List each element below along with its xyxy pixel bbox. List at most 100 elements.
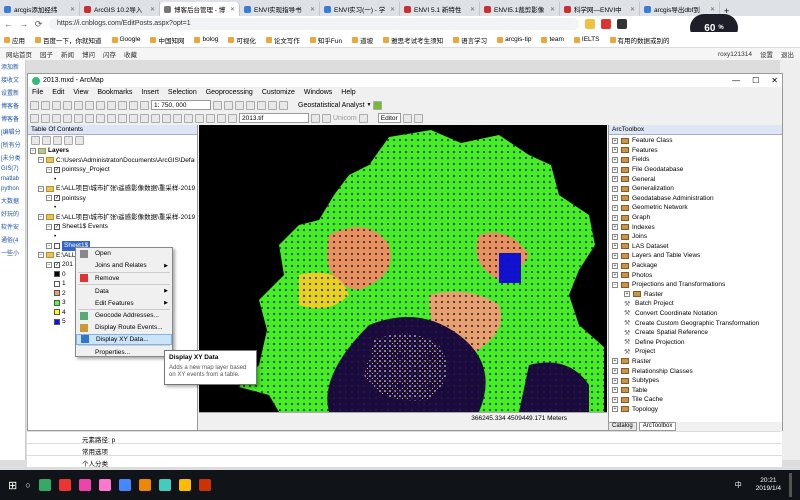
url-field[interactable]: https://i.cnblogs.com/EditPosts.aspx?opt… xyxy=(49,18,579,30)
sidebar-link[interactable]: 软件安 xyxy=(0,220,25,233)
toolbox-item[interactable]: ⚒ Create Spatial Reference xyxy=(612,328,779,338)
collapse-icon[interactable]: − xyxy=(46,166,52,173)
fixed-zoom-out-icon[interactable] xyxy=(85,113,94,123)
collapse-icon[interactable]: − xyxy=(30,147,36,154)
back-icon[interactable]: ← xyxy=(4,19,13,29)
context-menu-item[interactable]: Properties... xyxy=(76,346,172,358)
edit-tool-icon[interactable] xyxy=(402,113,412,123)
toc-row[interactable]: − C:\Users\Administrator\Documents\ArcGIS… xyxy=(30,156,195,166)
bookmark-item[interactable]: team xyxy=(541,36,564,43)
context-menu-item[interactable]: Data ▶ xyxy=(76,285,172,297)
menu-bookmarks[interactable]: Bookmarks xyxy=(97,89,132,97)
html-popup-icon[interactable] xyxy=(195,113,204,123)
toc-row[interactable]: • xyxy=(30,175,195,185)
sidebar-link[interactable]: [编辑分 xyxy=(0,125,25,138)
close-icon[interactable]: ✕ xyxy=(771,76,778,85)
select-elements-icon[interactable] xyxy=(140,113,149,123)
toolbox-item[interactable]: + Graph xyxy=(612,213,779,223)
ime-indicator[interactable]: 中 xyxy=(735,480,742,490)
show-desktop-button[interactable] xyxy=(789,473,792,497)
toolbox-item[interactable]: + Geodatabase Administration xyxy=(612,194,779,204)
context-menu-item[interactable]: Remove xyxy=(76,273,172,285)
model-builder-icon[interactable] xyxy=(279,100,288,110)
collapse-icon[interactable]: − xyxy=(38,252,44,259)
menu-edit[interactable]: Edit xyxy=(52,89,64,97)
cut-icon[interactable] xyxy=(74,100,83,110)
list-by-source-icon[interactable] xyxy=(42,136,51,145)
list-by-visibility-icon[interactable] xyxy=(53,136,62,145)
toolbox-item[interactable]: − Projections and Transformations xyxy=(612,280,779,290)
catalog-icon[interactable] xyxy=(235,100,244,110)
menu-customize[interactable]: Customize xyxy=(262,89,295,97)
tab-close-icon[interactable]: ✕ xyxy=(70,6,75,13)
blog-logout-link[interactable]: 退出 xyxy=(781,49,794,59)
blog-settings-link[interactable]: 设置 xyxy=(760,49,773,59)
expand-icon[interactable]: + xyxy=(612,358,618,365)
dropdown-arrow-icon[interactable]: ▼ xyxy=(367,102,372,108)
expand-icon[interactable]: + xyxy=(612,406,618,413)
paste-icon[interactable] xyxy=(96,100,105,110)
bookmark-item[interactable]: 论文写作 xyxy=(265,35,300,45)
list-by-drawing-order-icon[interactable] xyxy=(31,136,40,145)
bookmark-item[interactable]: 可视化 xyxy=(228,35,256,45)
layer-checkbox[interactable]: ✓ xyxy=(54,261,60,268)
toolbox-item[interactable]: ⚒ Convert Coordinate Notation xyxy=(612,309,779,319)
georef-tool-icon[interactable] xyxy=(311,113,320,123)
page-scrollbar[interactable] xyxy=(780,60,800,460)
sidebar-link[interactable]: 接收文 xyxy=(0,73,25,86)
app-icon[interactable] xyxy=(58,479,71,491)
toolbox-item[interactable]: + File Geodatabase xyxy=(612,165,779,175)
tab-close-icon[interactable]: ✕ xyxy=(630,6,635,13)
browser-tab[interactable]: 博客后台管理 - 博 ✕ xyxy=(160,2,240,16)
open-icon[interactable] xyxy=(41,100,50,110)
georef-icon[interactable] xyxy=(228,113,237,123)
expand-icon[interactable]: + xyxy=(612,387,618,394)
menu-help[interactable]: Help xyxy=(341,89,355,97)
toolbox-item[interactable]: ⚒ Define Projection xyxy=(612,337,779,347)
identify-icon[interactable] xyxy=(151,113,160,123)
toolbox-item[interactable]: + Indexes xyxy=(612,222,779,232)
bookmark-star-icon[interactable] xyxy=(585,19,595,29)
collapse-icon[interactable]: − xyxy=(46,261,52,268)
expand-icon[interactable]: + xyxy=(612,195,618,202)
find-icon[interactable] xyxy=(162,113,171,123)
scale-select[interactable]: 1: 750, 000 xyxy=(151,100,211,110)
toolbox-item[interactable]: + General xyxy=(612,174,779,184)
layer-checkbox[interactable]: ✓ xyxy=(54,166,60,173)
forward-icon[interactable]: → xyxy=(19,19,28,29)
full-extent-icon[interactable] xyxy=(63,113,72,123)
toc-icon[interactable] xyxy=(224,100,233,110)
undo-icon[interactable] xyxy=(118,100,127,110)
expand-icon[interactable]: + xyxy=(612,224,618,231)
browser-tab[interactable]: ENVI5.1裁剪影像 ✕ xyxy=(480,2,560,16)
tab-close-icon[interactable]: ✕ xyxy=(310,6,315,13)
toc-row[interactable]: − ✓ pointssy_Project xyxy=(30,165,195,175)
toolbox-item[interactable]: + Features xyxy=(612,146,779,156)
bookmark-item[interactable]: 有用的数据或别的 xyxy=(609,35,670,45)
arcmap-taskbar-icon[interactable] xyxy=(158,479,171,491)
tab-close-icon[interactable]: ✕ xyxy=(230,6,235,13)
time-slider-icon[interactable] xyxy=(206,113,215,123)
toc-row[interactable]: • xyxy=(30,232,195,242)
collapse-icon[interactable]: − xyxy=(612,281,618,288)
sidebar-link[interactable]: 博客备 xyxy=(0,112,25,125)
tab-close-icon[interactable]: ✕ xyxy=(150,6,155,13)
expand-icon[interactable]: + xyxy=(624,291,630,298)
bookmark-item[interactable]: 应用 xyxy=(4,35,25,45)
sidebar-link[interactable]: GIS(7) xyxy=(0,164,25,174)
sidebar-link[interactable]: 好玩的 xyxy=(0,207,25,220)
toolbox-item[interactable]: + Layers and Table Views xyxy=(612,251,779,261)
blog-nav-link[interactable]: 网站首页 xyxy=(6,49,32,59)
copy-icon[interactable] xyxy=(85,100,94,110)
expand-icon[interactable]: + xyxy=(612,166,618,173)
map-view[interactable] xyxy=(199,125,607,412)
toolbox-item[interactable]: ⚒ Project xyxy=(612,347,779,357)
bookmark-item[interactable]: 知乎Fun xyxy=(309,35,342,45)
tab-close-icon[interactable]: ✕ xyxy=(470,6,475,13)
expand-icon[interactable]: + xyxy=(612,147,618,154)
expand-icon[interactable]: + xyxy=(612,233,618,240)
geostat-wizard-icon[interactable] xyxy=(373,100,383,110)
system-clock[interactable]: 20:21 2019/1/4 xyxy=(756,477,781,493)
blog-nav-link[interactable]: 园子 xyxy=(40,49,53,59)
context-menu-item[interactable]: Edit Features ▶ xyxy=(76,297,172,309)
